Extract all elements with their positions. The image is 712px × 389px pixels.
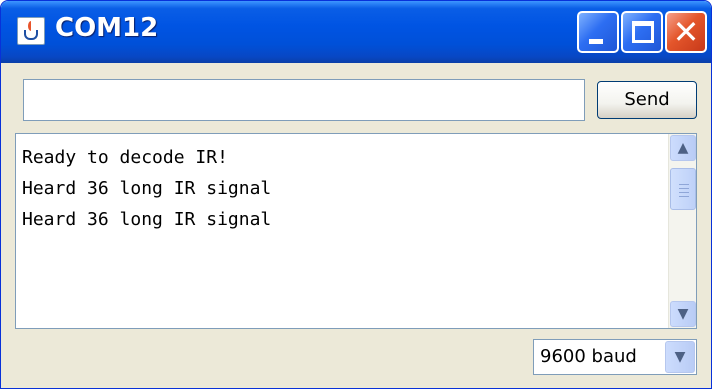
grip-line <box>679 188 689 189</box>
output-line: Ready to decode IR! <box>22 147 228 168</box>
maximize-button[interactable] <box>621 11 663 53</box>
scroll-down-button[interactable]: ▼ <box>670 301 696 327</box>
chevron-down-icon: ▼ <box>677 306 689 322</box>
baud-rate-value: 9600 baud <box>540 346 637 367</box>
title-bar[interactable]: COM12 ✕ <box>1 1 711 63</box>
minimize-icon <box>589 39 603 44</box>
scroll-thumb[interactable] <box>670 168 696 210</box>
output-text-area: Ready to decode IR! Heard 36 long IR sig… <box>22 142 662 326</box>
minimize-button[interactable] <box>577 11 619 53</box>
output-line: Heard 36 long IR signal <box>22 178 272 199</box>
grip-line <box>679 192 689 193</box>
serial-monitor-window: COM12 ✕ Send Ready to decode IR! Heard 3… <box>0 0 712 389</box>
grip-line <box>679 196 689 197</box>
baud-rate-select[interactable]: 9600 baud ▼ <box>533 339 697 375</box>
send-input[interactable] <box>23 79 585 121</box>
grip-line <box>679 184 689 185</box>
chevron-down-icon: ▼ <box>674 349 686 365</box>
cup-shape <box>24 30 38 40</box>
close-icon: ✕ <box>672 13 700 51</box>
java-cup-icon[interactable] <box>17 17 45 45</box>
maximize-icon <box>632 21 654 43</box>
output-line: Heard 36 long IR signal <box>22 209 272 230</box>
window-title: COM12 <box>55 13 159 43</box>
chevron-up-icon: ▲ <box>677 140 689 156</box>
vertical-scrollbar[interactable]: ▲ ▼ <box>668 134 696 328</box>
dropdown-button[interactable]: ▼ <box>665 341 695 373</box>
serial-output[interactable]: Ready to decode IR! Heard 36 long IR sig… <box>15 133 697 329</box>
send-button[interactable]: Send <box>597 81 697 119</box>
scroll-up-button[interactable]: ▲ <box>670 135 696 161</box>
close-button[interactable]: ✕ <box>665 11 707 53</box>
